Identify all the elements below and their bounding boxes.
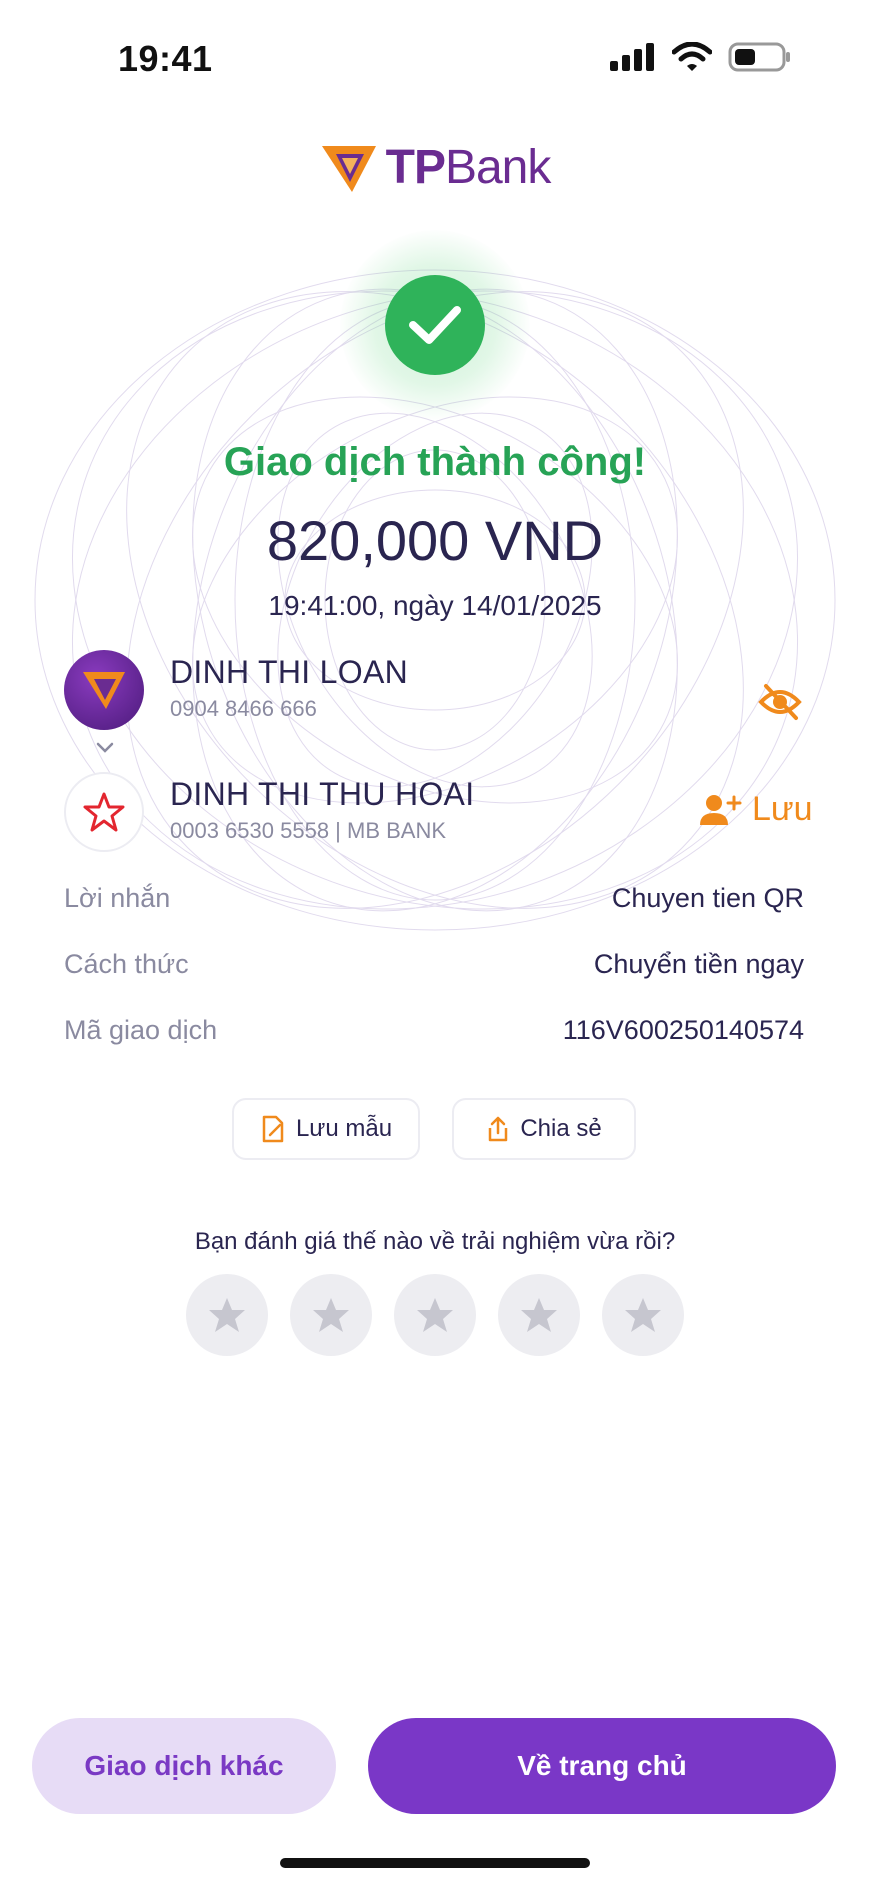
wifi-icon [672,42,712,71]
transaction-datetime: 19:41:00, ngày 14/01/2025 [268,590,602,621]
edit-document-icon [262,1115,284,1143]
battery-icon [728,42,790,72]
rating-stars [186,1274,684,1356]
status-bar: 19:41 [0,0,870,110]
detail-value: 116V600250140574 [562,1014,804,1045]
share-button[interactable]: Chia sẻ [452,1098,636,1160]
save-contact-button[interactable]: Lưu [698,790,813,829]
receiver-bank-avatar [64,772,144,852]
hide-info-eye-icon[interactable] [758,682,802,722]
success-title: Giao dịch thành công! [223,440,647,484]
receiver-name: DINH THI THU HOAI [170,776,475,812]
rating-star-5[interactable] [602,1274,684,1356]
go-home-button[interactable]: Về trang chủ [368,1718,836,1814]
receiver-account: 0003 6530 5558 | MB BANK [170,818,447,843]
home-indicator [280,1858,590,1868]
other-transaction-button[interactable]: Giao dịch khác [32,1718,336,1814]
save-contact-label: Lưu [752,790,813,828]
star-icon [209,1298,245,1332]
detail-label: Lời nhắn [64,882,171,913]
status-time: 19:41 [118,38,213,79]
save-template-label: Lưu mẫu [295,1115,393,1142]
detail-value: Chuyển tiền ngay [593,948,804,979]
transfer-amount: 820,000 VND [266,509,604,572]
tpbank-avatar-icon [83,672,125,709]
detail-value: Chuyen tien QR [611,882,804,913]
detail-label: Cách thức [64,948,189,979]
star-icon [625,1298,661,1332]
star-icon [521,1298,557,1332]
add-user-icon [700,794,742,825]
star-icon [417,1298,453,1332]
mbbank-star-icon [83,792,125,832]
detail-row-message: Lời nhắn Chuyen tien QR [64,878,804,918]
success-glow [340,230,530,420]
detail-label: Mã giao dịch [64,1014,218,1045]
tpbank-logo-mark-icon [321,145,376,192]
rating-star-3[interactable] [394,1274,476,1356]
detail-row-method: Cách thức Chuyển tiền ngay [64,944,804,984]
share-label: Chia sẻ [520,1115,602,1142]
status-icons [610,42,792,72]
logo-wordmark: TPBank [385,141,552,194]
save-template-button[interactable]: Lưu mẫu [232,1098,420,1160]
rating-star-4[interactable] [498,1274,580,1356]
rating-question: Bạn đánh giá thế nào về trải nghiệm vừa … [194,1228,676,1255]
share-icon [489,1116,508,1142]
sender-name: DINH THI LOAN [170,654,409,690]
sender-avatar [64,650,144,730]
rating-star-1[interactable] [186,1274,268,1356]
sender-info: DINH THI LOAN 0904 8466 666 [64,650,824,734]
success-check-icon [385,275,485,375]
chevron-down-icon [96,742,114,753]
rating-star-2[interactable] [290,1274,372,1356]
sender-account: 0904 8466 666 [170,696,317,721]
detail-row-transaction-id: Mã giao dịch 116V600250140574 [64,1010,804,1050]
cellular-signal-icon [610,43,654,71]
tpbank-logo: TPBank [0,140,870,195]
star-icon [313,1298,349,1332]
